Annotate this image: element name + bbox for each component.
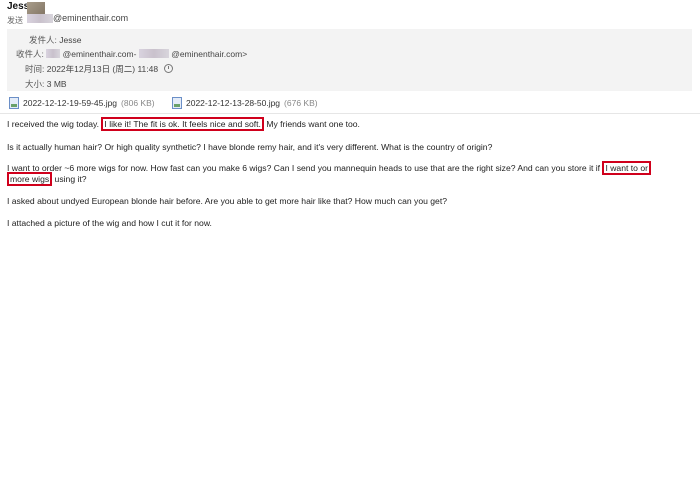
from-label: 发件人:	[29, 35, 57, 45]
attachment-name[interactable]: 2022-12-12-13-28-50.jpg	[186, 98, 280, 108]
highlight-box: I want to or	[602, 161, 651, 175]
redacted-address	[27, 14, 53, 23]
time-label: 时间:	[25, 64, 45, 74]
to-address[interactable]: @eminenthair.com	[53, 13, 128, 23]
image-file-icon	[9, 97, 19, 109]
email-details-panel: 发件人: Jesse 收件人: @eminenthair.com- @emine…	[7, 29, 692, 91]
recipient-row: 收件人: @eminenthair.com- @eminenthair.com>	[16, 48, 247, 60]
size-value: 3 MB	[46, 79, 67, 89]
redacted-recipient-2	[138, 49, 169, 58]
time-value: 2022年12月13日 (周二) 11:48	[46, 64, 159, 74]
divider	[0, 113, 700, 114]
time-row: 时间: 2022年12月13日 (周二) 11:48	[25, 63, 174, 75]
highlight-box: I like it! The fit is ok. It feels nice …	[101, 117, 264, 131]
size-label: 大小:	[25, 79, 45, 89]
paragraph-1: I received the wig today. I like it! The…	[7, 117, 360, 131]
attachment-item[interactable]: 2022-12-12-13-28-50.jpg (676 KB)	[172, 97, 318, 109]
redacted-recipient-1	[46, 49, 61, 58]
image-file-icon	[172, 97, 182, 109]
paragraph-3-continued: more wigs using it?	[7, 172, 87, 186]
paragraph-3: I want to order ~6 more wigs for now. Ho…	[7, 161, 651, 175]
from-row: 发件人: Jesse	[29, 34, 81, 46]
email-header: Jesse 发送 @eminenthair.com	[0, 0, 700, 28]
recipient-part-2[interactable]: @eminenthair.com>	[171, 49, 247, 59]
paragraph-5: I attached a picture of the wig and how …	[7, 218, 212, 228]
recipient-part-1[interactable]: @eminenthair.com-	[63, 49, 137, 59]
size-row: 大小: 3 MB	[25, 78, 67, 90]
attachment-size: (676 KB)	[284, 98, 318, 108]
clock-icon[interactable]	[164, 64, 174, 73]
highlight-box: more wigs	[7, 172, 53, 186]
paragraph-2: Is it actually human hair? Or high quali…	[7, 142, 493, 152]
attachment-size: (806 KB)	[121, 98, 155, 108]
paragraph-4: I asked about undyed European blonde hai…	[7, 196, 447, 206]
text-segment: My friends want one too.	[263, 119, 360, 129]
text-segment: using it?	[52, 174, 87, 184]
from-value[interactable]: Jesse	[59, 35, 81, 45]
attachment-name[interactable]: 2022-12-12-19-59-45.jpg	[23, 98, 117, 108]
recipient-label: 收件人:	[16, 49, 44, 59]
text-segment: I received the wig today.	[7, 119, 102, 129]
text-segment: I want to order ~6 more wigs for now. Ho…	[7, 163, 603, 173]
attachment-item[interactable]: 2022-12-12-19-59-45.jpg (806 KB)	[9, 97, 155, 109]
to-label: 发送	[7, 16, 23, 25]
